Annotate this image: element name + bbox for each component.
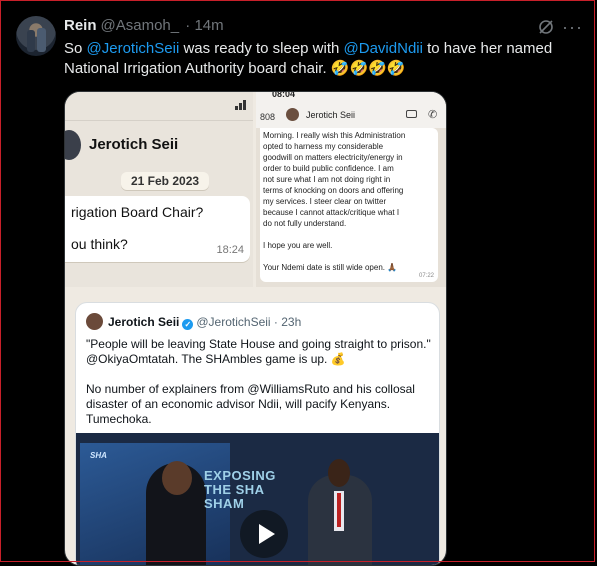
whatsapp-screenshot-right: 08:04 808 Jerotich Seii ✆ Morning. I rea… <box>256 91 446 287</box>
quoted-author[interactable]: Jerotich Seii ✓ @JerotichSeii · 23h <box>108 315 301 330</box>
author-handle[interactable]: @Asamoh_ <box>101 17 180 34</box>
author-name[interactable]: Rein <box>64 17 97 34</box>
message-line: my services. I steer clear on twitter <box>263 197 387 206</box>
avatar[interactable] <box>16 16 56 56</box>
message-line: Your Ndemi date is still wide open. 🙏🏾 <box>263 263 398 272</box>
tweet-time[interactable]: · 14m <box>185 17 223 34</box>
quoted-video[interactable]: SHA EXPOSING THE SHA SHAM <box>76 433 439 565</box>
video-title: EXPOSING THE SHA SHAM <box>204 468 276 511</box>
tweet-header: Rein @Asamoh_ · 14m <box>64 16 224 36</box>
status-time: 08:04 <box>272 91 296 99</box>
quoted-paragraph: No number of explainers from @WilliamsRu… <box>86 382 415 426</box>
mention-davidndii[interactable]: @DavidNdii <box>344 40 423 57</box>
video-figure-head <box>162 461 192 495</box>
phone-icon: ✆ <box>428 109 438 121</box>
presenter-tie <box>337 493 341 527</box>
tweet-text: So @JerotichSeii was ready to sleep with… <box>64 39 584 79</box>
message-line: rigation Board Chair? <box>71 204 204 220</box>
video-presenter-head <box>328 459 350 487</box>
quoted-author-name[interactable]: Jerotich Seii <box>108 315 179 329</box>
message-bubble: Morning. I really wish this Administrati… <box>260 128 438 282</box>
date-chip: 21 Feb 2023 <box>121 172 210 190</box>
message-line: Morning. I really wish this Administrati… <box>263 131 406 140</box>
play-icon[interactable] <box>240 510 288 558</box>
quoted-text: "People will be leaving State House and … <box>86 337 431 442</box>
message-line: I hope you are well. <box>263 241 333 250</box>
tweet-media[interactable]: Jerotich Seii 21 Feb 2023 rigation Board… <box>64 91 447 566</box>
quoted-paragraph: "People will be leaving State House and … <box>86 337 431 366</box>
message-time: 18:24 <box>216 244 244 256</box>
more-icon[interactable]: ··· <box>562 17 583 38</box>
contact-avatar <box>286 108 299 121</box>
contact-name: Jerotich Seii <box>89 136 179 153</box>
contact-name: Jerotich Seii <box>306 110 356 120</box>
contact-avatar <box>65 130 81 160</box>
message-line: terms of knocking on doors and offering <box>263 186 404 195</box>
tweet-text-prefix: So <box>64 40 87 57</box>
whatsapp-screenshot-left: Jerotich Seii 21 Feb 2023 rigation Board… <box>65 92 253 287</box>
video-call-icon <box>406 110 417 118</box>
grok-icon[interactable] <box>537 18 555 36</box>
message-time: 07:22 <box>418 273 434 279</box>
unread-count: 808 <box>260 112 276 122</box>
mention-jerotichseii[interactable]: @JerotichSeii <box>87 40 180 57</box>
verified-badge-icon: ✓ <box>182 319 194 330</box>
quoted-author-handle[interactable]: @JerotichSeii · 23h <box>196 315 301 329</box>
quoted-tweet[interactable]: Jerotich Seii ✓ @JerotichSeii · 23h "Peopl… <box>75 302 440 565</box>
message-line: order to build public confidence. I am <box>263 164 394 173</box>
message-line: opted to harness my considerable <box>263 142 384 151</box>
message-bubble: rigation Board Chair? ou think? 18:24 <box>65 196 250 262</box>
quoted-avatar[interactable] <box>86 313 103 330</box>
video-logo: SHA <box>90 451 107 460</box>
signal-icon <box>235 100 247 110</box>
tweet-text-mid: was ready to sleep with <box>179 40 344 57</box>
message-line: do not fully understand. <box>263 219 347 228</box>
message-line: goodwill on matters electricity/energy i… <box>263 153 403 162</box>
message-line: ou think? <box>71 236 128 252</box>
message-line: not sure what I am not doing right in <box>263 175 391 184</box>
message-line: because I cannot attack/critique what I <box>263 208 400 217</box>
